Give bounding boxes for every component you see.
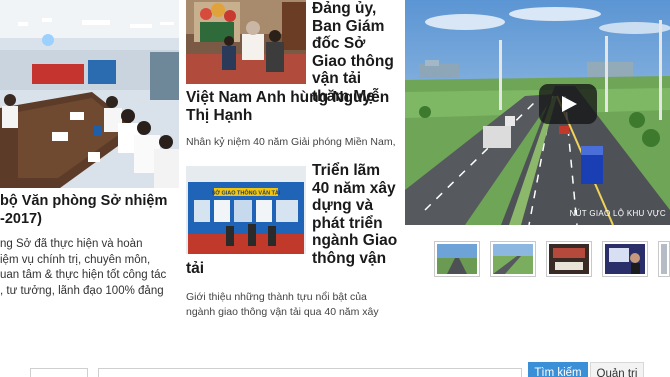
left-article-title[interactable]: bộ Văn phòng Sở nhiệm -2017) bbox=[0, 192, 178, 228]
video-thumbnail-5[interactable] bbox=[658, 241, 670, 277]
thumbnail-highway-rendering bbox=[493, 244, 533, 274]
conference-photo[interactable] bbox=[0, 0, 179, 188]
conference-room-image bbox=[0, 0, 179, 188]
article-2-title-bottom[interactable]: tải bbox=[186, 260, 246, 278]
video-caption: NÚT GIAO LỘ KHU VỰC bbox=[569, 209, 666, 218]
video-frame-highway bbox=[405, 0, 670, 225]
video-thumbnail-strip bbox=[434, 241, 670, 277]
search-button[interactable]: Tìm kiếm bbox=[528, 362, 588, 377]
thumbnail-meeting-room bbox=[549, 244, 589, 274]
thumbnail-presenter-slide bbox=[605, 244, 645, 274]
video-player[interactable]: NÚT GIAO LỘ KHU VỰC bbox=[405, 0, 670, 225]
thumbnail-road-aerial bbox=[437, 244, 477, 274]
article-1-summary: Nhân kỷ niệm 40 năm Giải phóng Miền Nam, bbox=[186, 136, 396, 148]
play-button[interactable] bbox=[539, 84, 597, 124]
exhibition-image: SỞ GIAO THÔNG VẬN TẢI bbox=[186, 166, 306, 254]
visit-photo[interactable] bbox=[186, 0, 306, 84]
left-article-summary: ng Sở đã thực hiện và hoàn iệm vụ chính … bbox=[0, 238, 167, 297]
video-thumbnail-3[interactable] bbox=[546, 241, 592, 277]
article-2-title-top[interactable]: Triển lãm 40 năm xây dựng và phát triển … bbox=[312, 162, 398, 267]
exhibition-sign-text: SỞ GIAO THÔNG VẬN TẢI bbox=[212, 189, 281, 197]
admin-link[interactable]: Quản trị bbox=[590, 362, 644, 377]
search-input[interactable] bbox=[98, 368, 522, 377]
search-category-box[interactable] bbox=[30, 368, 88, 377]
thumbnail-partial bbox=[661, 244, 667, 274]
exhibition-photo[interactable]: SỞ GIAO THÔNG VẬN TẢI bbox=[186, 166, 306, 254]
article-1-title-bottom[interactable]: Việt Nam Anh hùng Nguyễn Thị Hạnh bbox=[186, 89, 396, 124]
video-thumbnail-2[interactable] bbox=[490, 241, 536, 277]
video-thumbnail-4[interactable] bbox=[602, 241, 648, 277]
video-thumbnail-1[interactable] bbox=[434, 241, 480, 277]
article-2-summary: Giới thiệu những thành tựu nổi bật của n… bbox=[186, 291, 379, 318]
visit-image bbox=[186, 0, 306, 84]
